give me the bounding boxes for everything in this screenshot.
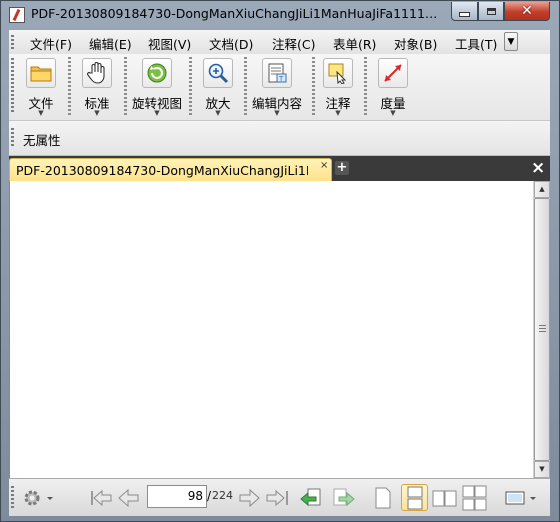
- chevron-down-icon: ▼: [507, 36, 515, 47]
- document-view[interactable]: [9, 181, 534, 478]
- continuous-facing-layout-button[interactable]: [461, 484, 489, 511]
- menubar-grip[interactable]: [11, 35, 14, 49]
- navbar-grip[interactable]: [11, 486, 14, 508]
- chevron-down-icon[interactable]: ▼: [373, 109, 413, 117]
- document-tab-bar: PDF-20130809184730-DongManXiuChangJiLi1M…: [9, 156, 550, 181]
- go-forward-view-button[interactable]: [331, 484, 355, 511]
- app-logo-icon: [9, 7, 25, 23]
- single-page-icon: [375, 487, 391, 508]
- arrow-right-icon: [239, 488, 260, 507]
- continuous-page-layout-button[interactable]: [401, 484, 428, 511]
- tool-zoom-in[interactable]: 放大 ▼: [198, 56, 238, 118]
- close-icon: ✕: [521, 3, 533, 19]
- arrow-left-icon: [118, 488, 139, 507]
- back-view-icon: [300, 488, 321, 506]
- toolbar-grip[interactable]: [11, 58, 14, 114]
- toolbar-separator: [364, 57, 367, 115]
- menu-overflow-button[interactable]: ▼: [504, 32, 518, 51]
- toolbar-separator: [124, 57, 127, 115]
- hand-icon: [82, 58, 112, 88]
- current-page-input[interactable]: 98: [147, 485, 207, 508]
- monitor-icon: [505, 491, 536, 504]
- navigation-bar: 98 / 224: [9, 478, 550, 516]
- total-pages: 224: [212, 489, 233, 502]
- svg-text:T: T: [278, 75, 284, 83]
- chevron-down-icon[interactable]: ▼: [318, 109, 358, 117]
- toolbar-separator: [312, 57, 315, 115]
- properties-bar: 无属性: [9, 121, 550, 156]
- previous-page-button[interactable]: [117, 484, 141, 511]
- tool-rotate-view[interactable]: 旋转视图 ▼: [131, 56, 183, 118]
- close-window-button[interactable]: ✕: [504, 2, 550, 21]
- toolbar-separator: [68, 57, 71, 115]
- rotate-icon: [142, 58, 172, 88]
- scroll-up-icon[interactable]: ▲: [534, 181, 550, 198]
- measure-icon: [378, 58, 408, 88]
- tool-file[interactable]: 文件 ▼: [21, 56, 61, 118]
- facing-page-layout-button[interactable]: [432, 484, 458, 511]
- menu-form[interactable]: 表单(R): [333, 34, 376, 53]
- continuous-facing-icon: [462, 485, 487, 510]
- minimize-icon: [459, 11, 470, 17]
- window-title: PDF-20130809184730-DongManXiuChangJiLi1M…: [31, 6, 443, 21]
- page-separator: /: [207, 489, 212, 503]
- document-tab-label: PDF-20130809184730-DongManXiuChangJiLi1M…: [16, 163, 308, 178]
- next-page-button[interactable]: [237, 484, 261, 511]
- propbar-grip[interactable]: [11, 128, 14, 148]
- new-tab-button[interactable]: +: [335, 161, 349, 175]
- screen-mode-button[interactable]: [503, 484, 539, 511]
- last-page-button[interactable]: [265, 484, 291, 511]
- toolbar-separator: [244, 57, 247, 115]
- tab-close-icon[interactable]: ×: [320, 160, 328, 171]
- no-properties-label: 无属性: [23, 133, 61, 148]
- menu-document[interactable]: 文档(D): [209, 34, 253, 53]
- close-document-button[interactable]: ×: [531, 158, 545, 178]
- continuous-page-icon: [407, 486, 422, 509]
- forward-view-icon: [333, 488, 355, 506]
- menu-file[interactable]: 文件(F): [30, 34, 72, 53]
- title-bar: PDF-20130809184730-DongManXiuChangJiLi1M…: [1, 1, 559, 29]
- vertical-scrollbar[interactable]: ▲ ▼: [533, 181, 550, 478]
- menu-view[interactable]: 视图(V): [148, 34, 191, 53]
- chevron-down-icon[interactable]: ▼: [131, 109, 183, 117]
- menu-comment[interactable]: 注释(C): [272, 34, 315, 53]
- tool-measure[interactable]: 度量 ▼: [373, 56, 413, 118]
- first-page-icon: [91, 489, 112, 506]
- maximize-icon: [486, 7, 496, 15]
- thumb-grip-icon: [539, 325, 546, 332]
- toolbar-separator: [189, 57, 192, 115]
- last-page-icon: [266, 489, 288, 506]
- tool-standard[interactable]: 标准 ▼: [77, 56, 117, 118]
- app-window: PDF-20130809184730-DongManXiuChangJiLi1M…: [0, 0, 560, 522]
- gear-icon: [24, 490, 53, 505]
- scroll-down-icon[interactable]: ▼: [534, 461, 550, 478]
- chevron-down-icon[interactable]: ▼: [21, 109, 61, 117]
- facing-pages-icon: [432, 490, 457, 506]
- folder-icon: [26, 58, 56, 88]
- single-page-layout-button[interactable]: [372, 484, 394, 511]
- chevron-down-icon[interactable]: ▼: [249, 109, 305, 117]
- comment-icon: [323, 58, 353, 88]
- edit-content-icon: T: [262, 58, 292, 88]
- menu-bar: 文件(F) 编辑(E) 视图(V) 文档(D) 注释(C) 表单(R) 对象(B…: [9, 30, 550, 55]
- zoom-in-icon: [203, 58, 233, 88]
- scrollbar-thumb[interactable]: [534, 198, 550, 461]
- maximize-button[interactable]: [478, 2, 504, 21]
- tool-edit-content[interactable]: T 编辑内容 ▼: [249, 56, 305, 118]
- settings-button[interactable]: [19, 484, 55, 511]
- main-toolbar: 文件 ▼ 标准 ▼ 旋转视图 ▼ 放大 ▼ T 编辑内容 ▼ 注释 ▼ 度量 ▼: [9, 54, 550, 121]
- menu-tools[interactable]: 工具(T): [455, 34, 497, 53]
- chevron-down-icon[interactable]: ▼: [77, 109, 117, 117]
- tool-comment[interactable]: 注释 ▼: [318, 56, 358, 118]
- chevron-down-icon[interactable]: ▼: [198, 109, 238, 117]
- menu-edit[interactable]: 编辑(E): [89, 34, 132, 53]
- minimize-button[interactable]: [451, 2, 478, 21]
- first-page-button[interactable]: [89, 484, 113, 511]
- go-back-view-button[interactable]: [300, 484, 324, 511]
- menu-object[interactable]: 对象(B): [394, 34, 437, 53]
- document-tab[interactable]: PDF-20130809184730-DongManXiuChangJiLi1M…: [9, 158, 332, 181]
